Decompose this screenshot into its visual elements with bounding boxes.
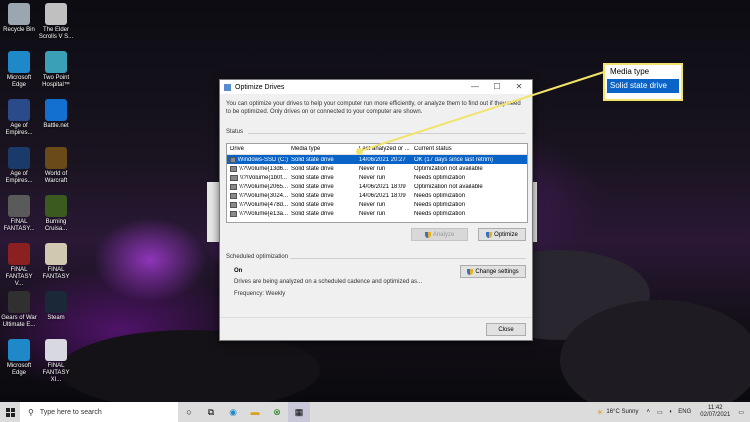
media-type-callout: Media type Solid state drive <box>603 63 683 101</box>
callout-dot <box>356 148 363 155</box>
xbox-icon[interactable]: ⊗ <box>266 402 288 422</box>
system-tray: ☀ 16°C Sunny ˄ ▭ ◖ ENG 11:42 02/07/2021 … <box>596 402 750 422</box>
task-view-icon[interactable]: ⧉ <box>200 402 222 422</box>
windows-logo-icon <box>5 407 15 417</box>
defrag-taskbar-icon[interactable]: ▦ <box>288 402 310 422</box>
start-button[interactable] <box>0 402 20 422</box>
search-icon: ⚲ <box>28 407 34 417</box>
desktop: Recycle Bin Microsoft Edge Age of Empires.… <box>0 0 750 402</box>
callout-header: Media type <box>610 67 650 76</box>
callout-connector <box>359 71 605 152</box>
file-explorer-icon[interactable]: ▬ <box>244 402 266 422</box>
language-indicator[interactable]: ENG <box>678 409 691 415</box>
network-icon[interactable]: ▭ <box>657 409 663 416</box>
taskbar: ⚲ Type here to search ○ ⧉ ◉ ▬ ⊗ ▦ ☀ 16°C… <box>0 402 750 422</box>
edge-taskbar-icon[interactable]: ◉ <box>222 402 244 422</box>
search-box[interactable]: ⚲ Type here to search <box>20 402 178 422</box>
volume-icon[interactable]: ◖ <box>669 409 673 415</box>
weather-icon: ☀ <box>596 407 604 417</box>
clock[interactable]: 11:42 02/07/2021 <box>700 405 730 419</box>
notifications-icon[interactable]: ▭ <box>738 409 744 416</box>
date-text: 02/07/2021 <box>700 412 731 418</box>
callout-value: Solid state drive <box>607 79 679 93</box>
callout-line <box>359 71 605 152</box>
weather-text[interactable]: 16°C Sunny <box>606 409 638 415</box>
time-text: 11:42 <box>708 405 723 411</box>
tray-overflow-icon[interactable]: ˄ <box>646 409 650 415</box>
cortana-icon[interactable]: ○ <box>178 402 200 422</box>
search-placeholder: Type here to search <box>39 408 102 416</box>
